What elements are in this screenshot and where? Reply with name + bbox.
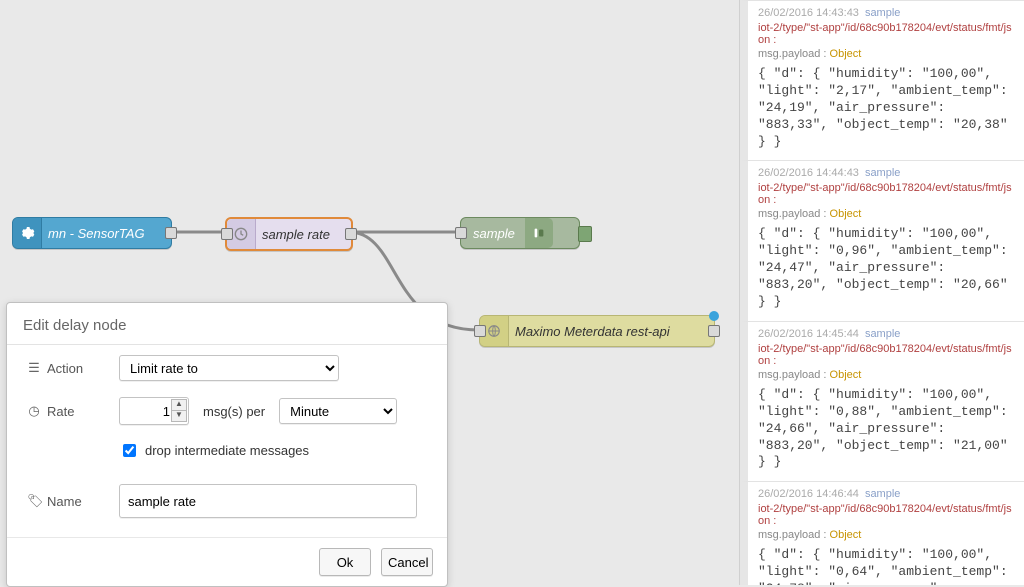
debug-message: 26/02/2016 14:46:44sample iot-2/type/"st-… [740,481,1024,585]
msg-payload: { "d": { "humidity": "100,00", "light": … [758,387,1016,471]
msg-meta: 26/02/2016 14:45:44sample [758,328,1016,340]
row-name: 🏷Name [7,474,447,524]
node-iot[interactable]: mn - SensorTAG [12,217,172,249]
rate-suffix: msg(s) per [189,404,279,419]
row-rate: ◷Rate ▲ ▼ msg(s) per Minute [7,387,447,431]
msg-type: msg.payload : Object [758,48,1016,60]
ok-button[interactable]: Ok [319,548,371,576]
row-drop: drop intermediate messages [7,431,447,466]
msg-topic: iot-2/type/"st-app"/id/68c90b178204/evt/… [758,343,1016,367]
port-in[interactable] [474,325,486,337]
msg-meta: 26/02/2016 14:43:43sample [758,7,1016,19]
msg-type: msg.payload : Object [758,208,1016,220]
node-iot-label: mn - SensorTAG [42,226,155,241]
drop-checkbox[interactable] [123,444,136,457]
node-delay[interactable]: sample rate [225,217,353,251]
port-in[interactable] [455,227,467,239]
node-debug[interactable]: sample [460,217,580,249]
msg-topic: iot-2/type/"st-app"/id/68c90b178204/evt/… [758,503,1016,527]
gear-icon [13,218,42,248]
cancel-button[interactable]: Cancel [381,548,433,576]
debug-message: 26/02/2016 14:43:43sample iot-2/type/"st-… [740,0,1024,160]
name-input[interactable] [119,484,417,518]
step-down[interactable]: ▼ [171,410,187,422]
rate-unit-select[interactable]: Minute [279,398,397,424]
clock-icon: ◷ [27,403,41,419]
rate-stepper: ▲ ▼ [119,397,189,425]
node-http[interactable]: Maximo Meterdata rest-api [479,315,715,347]
msg-node-name[interactable]: sample [865,488,900,500]
row-action: ☰Action Limit rate to [7,345,447,387]
dialog-buttons: Ok Cancel [7,537,447,586]
msg-meta: 26/02/2016 14:44:43sample [758,167,1016,179]
msg-meta: 26/02/2016 14:46:44sample [758,488,1016,500]
action-select[interactable]: Limit rate to [119,355,339,381]
list-icon: ☰ [27,360,41,376]
msg-topic: iot-2/type/"st-app"/id/68c90b178204/evt/… [758,22,1016,46]
dialog-title: Edit delay node [7,303,447,345]
port-in[interactable] [221,228,233,240]
msg-node-name[interactable]: sample [865,167,900,179]
port-out[interactable] [345,228,357,240]
port-out[interactable] [708,325,720,337]
msg-payload: { "d": { "humidity": "100,00", "light": … [758,547,1016,585]
label-rate: ◷Rate [27,403,119,419]
node-delay-label: sample rate [256,227,340,242]
edit-dialog: Edit delay node ☰Action Limit rate to ◷R… [6,302,448,587]
msg-type: msg.payload : Object [758,529,1016,541]
node-http-label: Maximo Meterdata rest-api [509,324,680,339]
msg-type: msg.payload : Object [758,369,1016,381]
drop-label: drop intermediate messages [145,443,309,458]
msg-payload: { "d": { "humidity": "100,00", "light": … [758,226,1016,310]
label-name: 🏷Name [27,493,119,509]
debug-message: 26/02/2016 14:45:44sample iot-2/type/"st-… [740,321,1024,481]
debug-sidebar[interactable]: 26/02/2016 14:43:43sample iot-2/type/"st-… [739,0,1024,585]
msg-node-name[interactable]: sample [865,328,900,340]
changed-indicator [709,311,719,321]
debug-toggle[interactable] [578,226,592,242]
label-action: ☰Action [27,360,119,376]
tag-icon: 🏷 [27,493,41,509]
debug-icon [525,218,553,248]
msg-node-name[interactable]: sample [865,7,900,19]
msg-payload: { "d": { "humidity": "100,00", "light": … [758,66,1016,150]
port-out[interactable] [165,227,177,239]
debug-message: 26/02/2016 14:44:43sample iot-2/type/"st-… [740,160,1024,320]
node-debug-label: sample [461,226,525,241]
msg-topic: iot-2/type/"st-app"/id/68c90b178204/evt/… [758,182,1016,206]
